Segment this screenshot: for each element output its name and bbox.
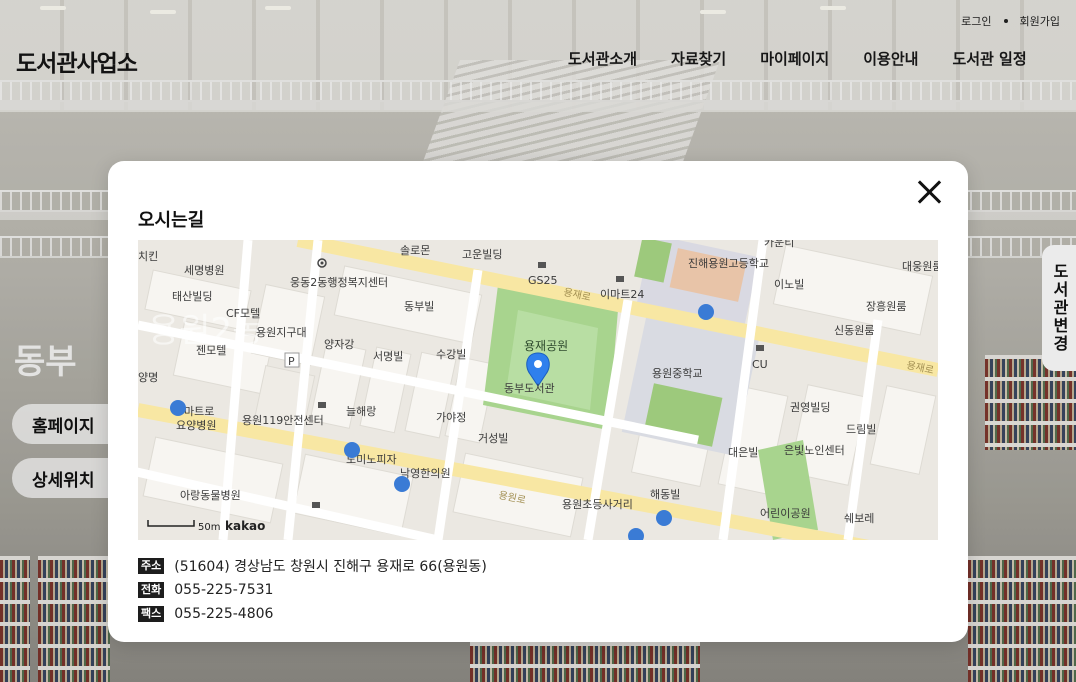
svg-text:P: P xyxy=(288,355,295,368)
place-label: 용원초등사거리 xyxy=(562,498,633,511)
address-row: 주소 (51604) 경상남도 창원시 진해구 용재로 66(용원동) xyxy=(138,554,487,578)
place-label: 쉐보레 xyxy=(844,512,874,525)
marker-label: 동부도서관 xyxy=(504,382,555,395)
fax-row: 팩스 055-225-4806 xyxy=(138,602,487,626)
place-label: 세명병원 xyxy=(184,264,224,277)
place-label: CU xyxy=(752,358,768,371)
place-label: 어린이공원 xyxy=(760,507,811,520)
place-label: 치킨 xyxy=(138,250,158,263)
place-label: 솔로몬 xyxy=(400,244,430,257)
place-label: 양자강 xyxy=(324,338,354,351)
place-label: 진해용원고등학교 xyxy=(688,256,769,270)
kakao-logo: kakao xyxy=(225,519,265,533)
place-label: GS25 xyxy=(528,274,558,287)
scale-label: 50m xyxy=(198,522,220,533)
place-label: 요양병원 xyxy=(176,419,216,432)
place-label: 대웅원룸 xyxy=(902,260,938,273)
place-label: 웅동2동행정복지센터 xyxy=(290,276,388,289)
place-label: 장흥원룸 xyxy=(866,299,906,313)
place-label: 늘해랑 xyxy=(346,404,376,418)
place-label: 이마트24 xyxy=(600,288,644,301)
place-label: 해동빌 xyxy=(650,487,680,501)
address-badge: 주소 xyxy=(138,558,165,574)
contact-info: 주소 (51604) 경상남도 창원시 진해구 용재로 66(용원동) 전화 0… xyxy=(138,554,487,626)
place-label: 마트로 xyxy=(184,405,214,418)
place-label: 가야정 xyxy=(436,411,466,424)
place-label: 고운빌딩 xyxy=(462,248,502,261)
map-view[interactable]: 용재로 용재로 용원로 용원2동 솔로몬 고운빌딩 GS25 이마트24 진해용… xyxy=(138,240,938,540)
modal-title: 오시는길 xyxy=(138,210,205,231)
place-label: 대은빌 xyxy=(728,446,758,459)
place-label: 용원중학교 xyxy=(652,367,703,380)
place-label: 태산빌딩 xyxy=(172,290,212,303)
place-label: 아랑동물병원 xyxy=(180,489,241,502)
fax-badge: 팩스 xyxy=(138,606,165,622)
place-label: 신동원룸 xyxy=(834,324,874,337)
address-value: (51604) 경상남도 창원시 진해구 용재로 66(용원동) xyxy=(174,559,487,575)
park-label: 용재공원 xyxy=(524,339,568,353)
place-label: 수강빌 xyxy=(436,348,466,361)
place-label: 낙영한의원 xyxy=(400,467,451,480)
phone-value: 055-225-7531 xyxy=(174,582,274,598)
directions-modal: 오시는길 용재로 용재로 용원로 용원2동 솔로몬 고운빌딩 GS25 이마트2… xyxy=(108,161,968,642)
place-label: 거성빌 xyxy=(478,432,508,445)
place-label: 권영빌딩 xyxy=(790,401,830,414)
place-label: 용원지구대 xyxy=(256,326,307,339)
place-label: 서명빌 xyxy=(373,350,403,363)
place-label: 은빛노인센터 xyxy=(784,444,845,457)
place-label: 이노빌 xyxy=(774,278,804,291)
fax-value: 055-225-4806 xyxy=(174,606,274,622)
place-label: 용원119안전센터 xyxy=(242,414,324,427)
place-label: 드림빌 xyxy=(846,423,876,436)
phone-row: 전화 055-225-7531 xyxy=(138,578,487,602)
place-label: 동부빌 xyxy=(404,300,434,313)
map-canvas[interactable]: 용재로 용재로 용원로 용원2동 솔로몬 고운빌딩 GS25 이마트24 진해용… xyxy=(138,240,938,540)
place-label: 양명 xyxy=(138,371,158,384)
phone-badge: 전화 xyxy=(138,582,165,598)
place-label: 젠모텔 xyxy=(196,344,226,357)
close-icon[interactable] xyxy=(917,180,941,204)
place-label: 카운티 xyxy=(764,240,794,249)
place-label: CF모텔 xyxy=(226,307,260,320)
